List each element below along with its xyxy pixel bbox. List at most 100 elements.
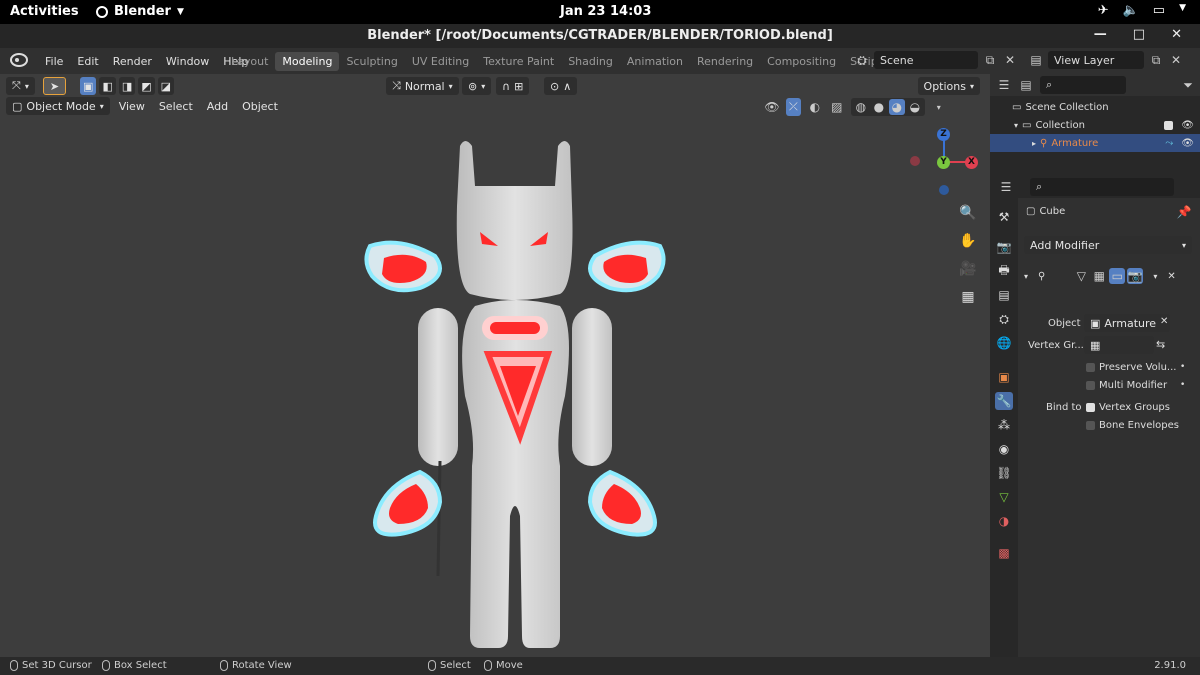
select-invert-button[interactable]: ◩ [138, 77, 155, 95]
duplicate-scene-icon[interactable]: ⧉ [982, 52, 998, 68]
mode-dropdown[interactable]: ▢ Object Mode ▾ [6, 97, 110, 115]
gizmo-toggle[interactable]: ⤫ [786, 98, 801, 116]
select-tool-button[interactable]: ➤ [42, 77, 67, 95]
x-axis-dot[interactable]: X [965, 156, 978, 169]
wireframe-shading-icon[interactable]: ◍ [853, 99, 869, 115]
options-dropdown[interactable]: Options ▾ [917, 77, 980, 95]
select-intersect-button[interactable]: ◪ [157, 77, 175, 95]
pivot-point-dropdown[interactable]: ⊚ ▾ [462, 77, 492, 95]
object-field[interactable]: ▣ Armature [1084, 314, 1170, 332]
render-tab-icon[interactable]: 📷 [995, 238, 1013, 256]
menu-add[interactable]: Add [202, 100, 233, 113]
eye-icon[interactable]: 👁 [1181, 138, 1194, 149]
viewport-toggle-icon[interactable]: ▭ [1109, 268, 1126, 284]
physics-tab-icon[interactable]: ◉ [995, 440, 1013, 458]
object-tab-icon[interactable]: ▣ [995, 368, 1013, 386]
multi-modifier-row[interactable]: Multi Modifier [1086, 380, 1167, 391]
tab-modeling[interactable]: Modeling [275, 51, 340, 71]
collapse-arrow-icon[interactable]: ▾ [1024, 272, 1028, 281]
visibility-icon[interactable]: 👁 [764, 99, 780, 115]
view-layer-icon[interactable]: ▤ [1028, 52, 1044, 68]
menu-select[interactable]: Select [154, 100, 198, 113]
y-axis-dot[interactable]: Y [937, 156, 950, 169]
expand-arrow-icon[interactable]: ▸ [1032, 139, 1036, 148]
filter-icon[interactable]: ⏷ [1180, 77, 1196, 93]
menu-window[interactable]: Window [159, 55, 216, 68]
menu-object[interactable]: Object [237, 100, 283, 113]
blender-logo-icon[interactable] [6, 52, 38, 70]
pose-icon[interactable]: ⤳ [1165, 138, 1173, 149]
minimize-button[interactable]: — [1094, 27, 1107, 42]
cage-toggle-icon[interactable]: ▦ [1091, 268, 1107, 284]
material-shading-icon[interactable]: ◕ [888, 99, 905, 115]
maximize-button[interactable]: □ [1133, 27, 1145, 42]
select-extend-button[interactable]: ◧ [99, 77, 116, 95]
vertex-groups-checkbox[interactable] [1086, 403, 1095, 412]
vertex-groups-row[interactable]: Vertex Groups [1086, 402, 1170, 413]
edit-mode-toggle-icon[interactable]: ▽ [1073, 268, 1089, 284]
remove-scene-icon[interactable]: ✕ [1002, 52, 1018, 68]
constraints-tab-icon[interactable]: ⛓ [995, 464, 1013, 482]
tab-texture-paint[interactable]: Texture Paint [476, 52, 561, 71]
pin-icon[interactable]: 📌 [1176, 204, 1192, 220]
shading-options-icon[interactable]: ▾ [931, 99, 947, 115]
armature-row[interactable]: ▸ ⚲ Armature ⤳ 👁 [990, 134, 1200, 152]
view-layer-tab-icon[interactable]: ▤ [995, 286, 1013, 304]
tab-layout[interactable]: Layout [224, 52, 275, 71]
hand-pan-icon[interactable]: ✋ [957, 230, 979, 252]
grid-ortho-icon[interactable]: ▦ [957, 286, 979, 308]
keyframe-dot-icon[interactable]: • [1180, 380, 1185, 390]
eye-icon[interactable]: 👁 [1181, 120, 1194, 131]
proportional-editing-toggle[interactable]: ⊙ ∧ [544, 77, 578, 95]
expand-arrow-icon[interactable]: ▾ [1014, 121, 1018, 130]
display-mode-icon[interactable]: ▤ [1018, 77, 1034, 93]
menu-file[interactable]: File [38, 55, 70, 68]
menu-render[interactable]: Render [106, 55, 159, 68]
tab-rendering[interactable]: Rendering [690, 52, 760, 71]
render-toggle-icon[interactable]: 📷 [1127, 268, 1144, 284]
navigation-gizmo[interactable]: Z Y X [906, 128, 982, 204]
collection-checkbox[interactable] [1164, 120, 1174, 130]
solid-shading-icon[interactable]: ● [871, 99, 887, 115]
tab-sculpting[interactable]: Sculpting [339, 52, 404, 71]
material-tab-icon[interactable]: ◑ [995, 512, 1013, 530]
multi-modifier-checkbox[interactable] [1086, 381, 1095, 390]
properties-search-input[interactable]: ⌕ [1030, 178, 1174, 196]
world-tab-icon[interactable]: 🌐 [995, 334, 1013, 352]
overlay-icon[interactable]: ◐ [807, 99, 823, 115]
snap-toggle[interactable]: ∩ ⊞ [496, 77, 530, 95]
3d-viewport[interactable]: ⤧ ▾ ➤ ▣ ◧ ◨ ◩ ◪ ⤨ Normal ▾ ⊚ ▾ ∩ ⊞ ⊙ ∧ Options… [0, 74, 990, 657]
zoom-icon[interactable]: 🔍 [957, 202, 979, 224]
clear-object-icon[interactable]: ✕ [1160, 316, 1168, 327]
character-model[interactable] [360, 136, 730, 656]
transform-orientation-dropdown[interactable]: ⤨ Normal ▾ [386, 77, 459, 95]
system-tray[interactable]: ✈ 🔈 ▭ ▼ [1098, 3, 1186, 18]
remove-view-layer-icon[interactable]: ✕ [1168, 52, 1184, 68]
menu-edit[interactable]: Edit [70, 55, 105, 68]
view-layer-field[interactable]: View Layer [1048, 51, 1144, 69]
activities-button[interactable]: Activities [10, 4, 79, 19]
menu-view[interactable]: View [114, 100, 150, 113]
data-tab-icon[interactable]: ▽ [995, 488, 1013, 506]
tab-animation[interactable]: Animation [620, 52, 690, 71]
bone-envelopes-row[interactable]: Bone Envelopes [1086, 420, 1179, 431]
chevron-down-icon[interactable]: ▾ [1153, 272, 1157, 281]
add-modifier-dropdown[interactable]: Add Modifier ▾ [1024, 236, 1192, 254]
scene-tab-icon[interactable]: ⛭ [995, 310, 1013, 328]
scene-collection-row[interactable]: ▭ Scene Collection [990, 98, 1200, 116]
modifier-tab-icon[interactable]: 🔧 [995, 392, 1013, 410]
properties-editor-icon[interactable]: ☰ [998, 179, 1014, 195]
particles-tab-icon[interactable]: ⁂ [995, 416, 1013, 434]
preserve-volume-row[interactable]: Preserve Volu... [1086, 362, 1176, 373]
collection-row[interactable]: ▾ ▭ Collection 👁 [990, 116, 1200, 134]
tool-tab-icon[interactable]: ⚒ [995, 208, 1013, 226]
xray-icon[interactable]: ▨ [829, 99, 845, 115]
tab-shading[interactable]: Shading [561, 52, 620, 71]
close-button[interactable]: ✕ [1171, 27, 1182, 42]
neg-z-axis-dot[interactable] [939, 185, 949, 195]
scene-field[interactable]: Scene [874, 51, 978, 69]
scene-icon[interactable]: ⛭ [854, 52, 870, 68]
neg-x-axis-dot[interactable] [910, 156, 920, 166]
clock[interactable]: Jan 23 14:03 [560, 4, 651, 19]
output-tab-icon[interactable]: 🖶 [995, 262, 1013, 280]
